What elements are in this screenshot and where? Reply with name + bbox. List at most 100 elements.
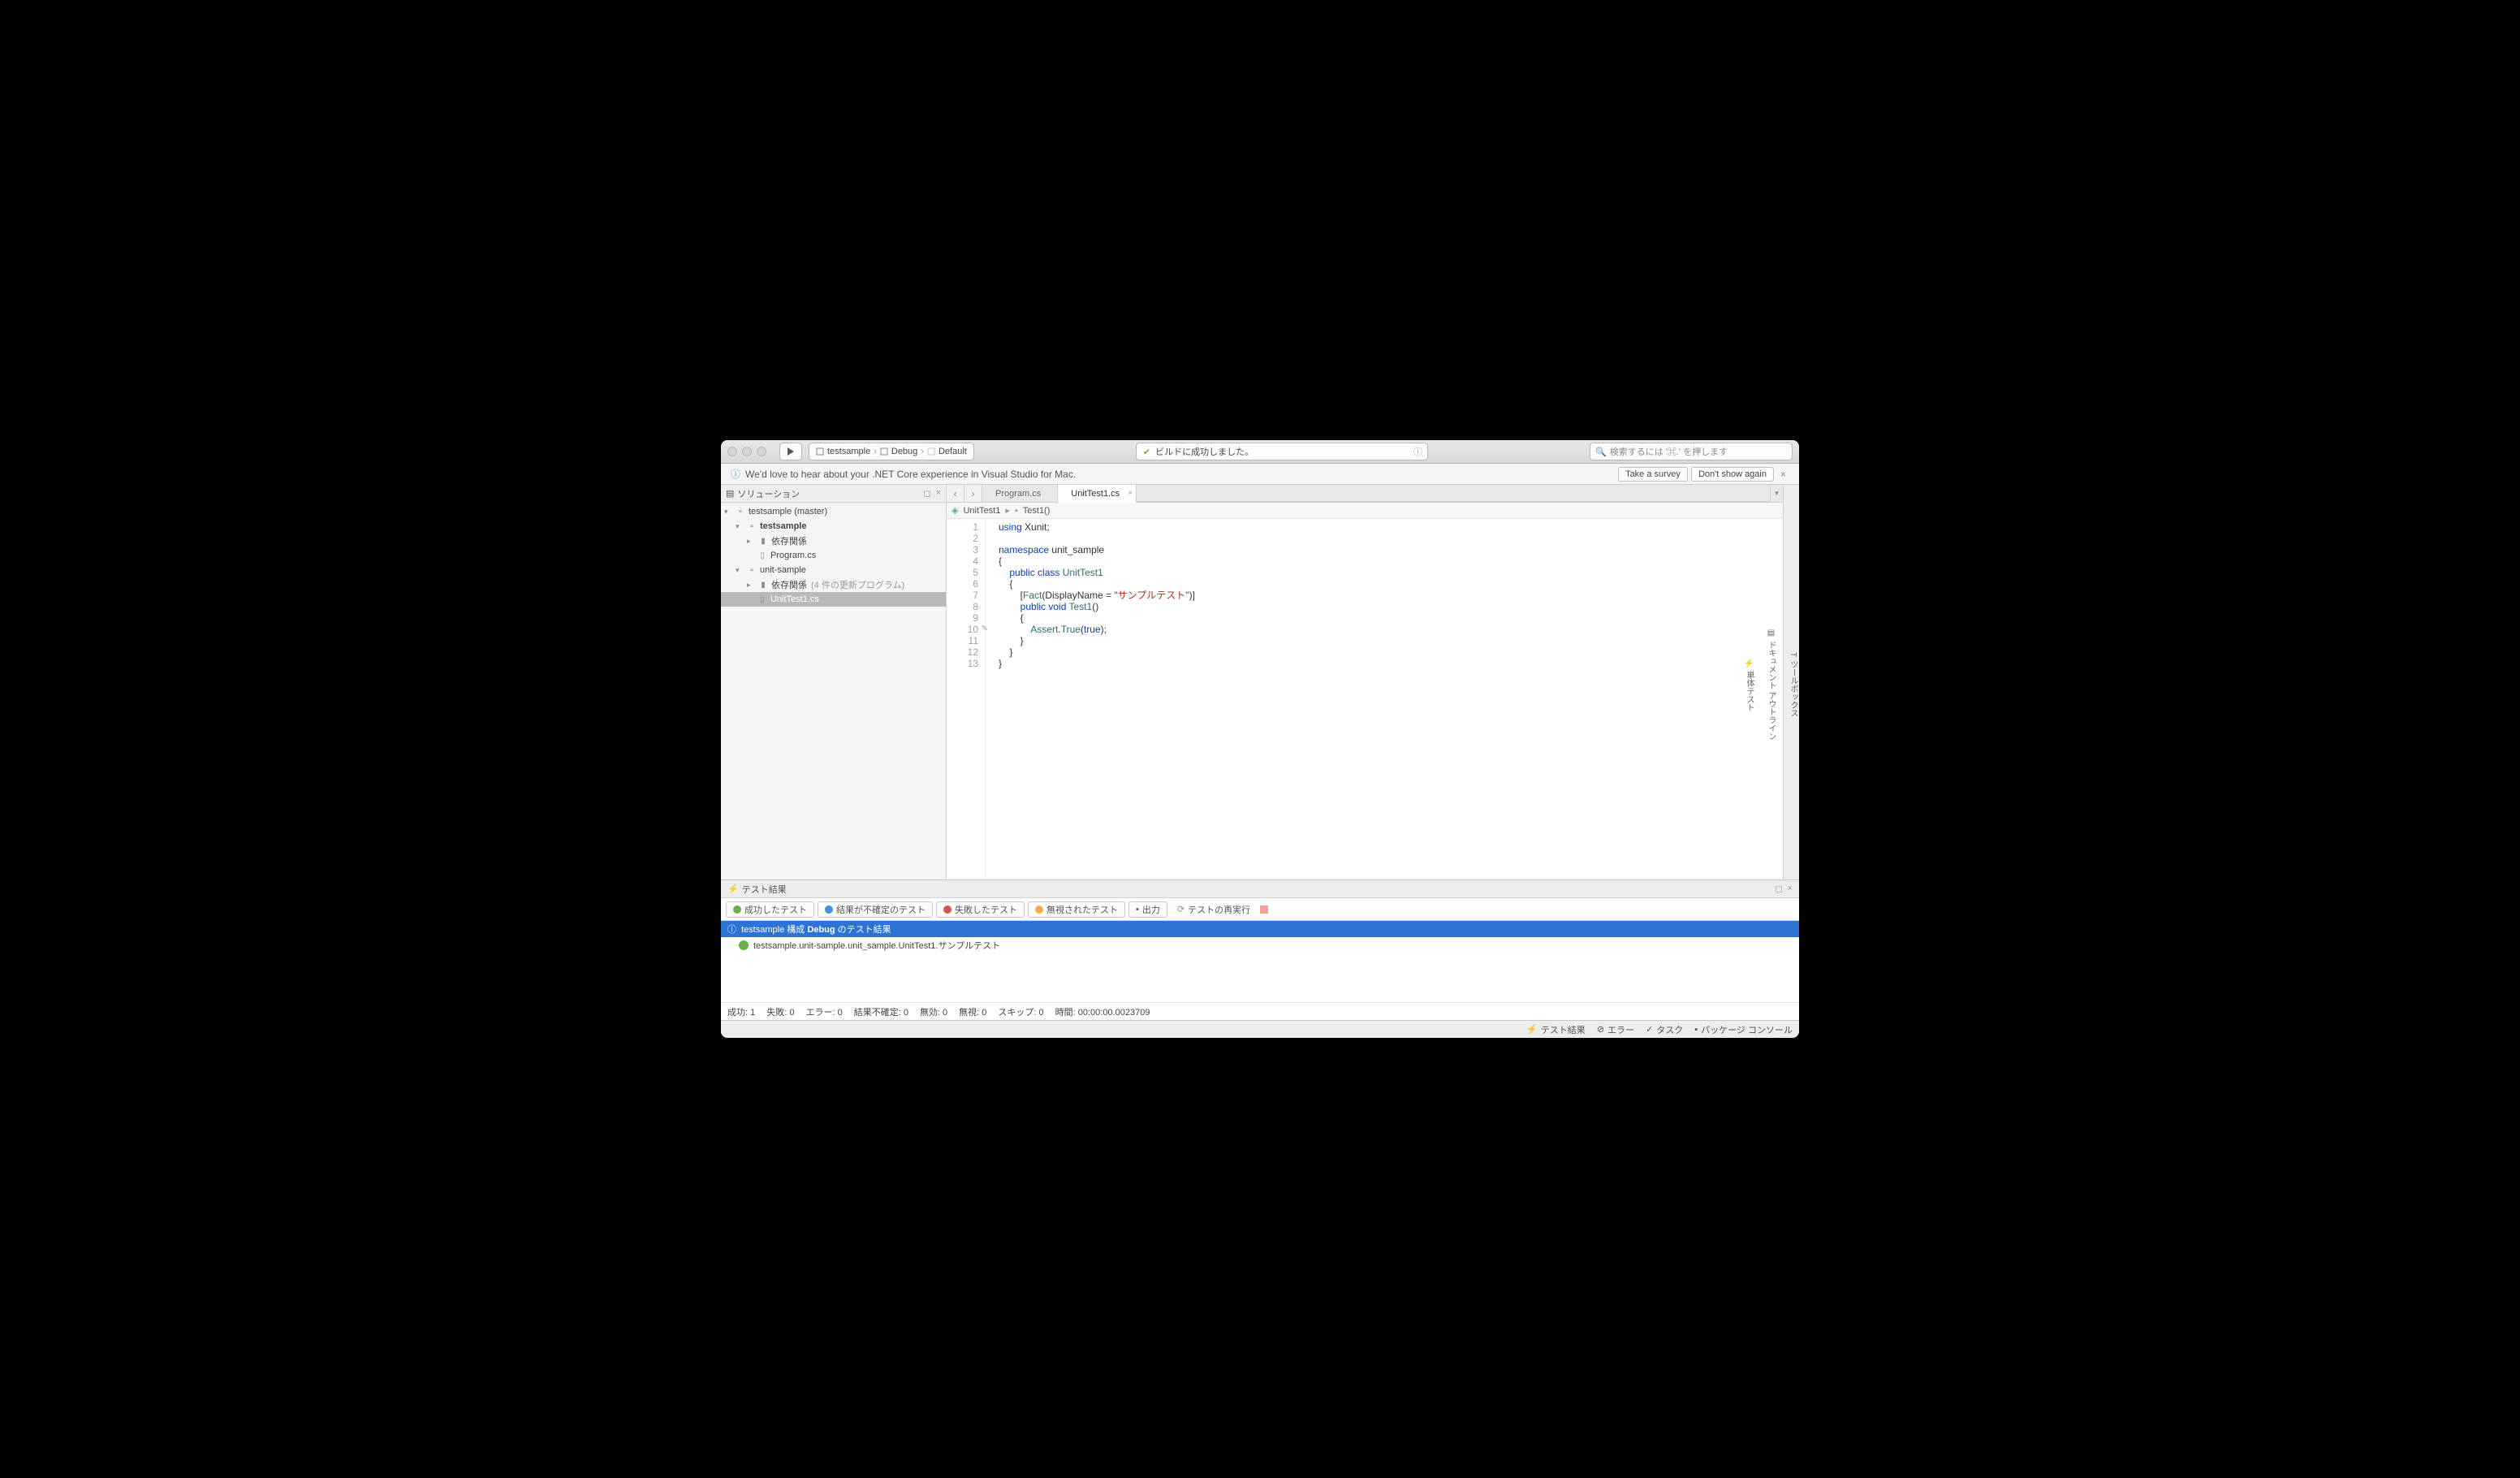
- nav-back-button[interactable]: ‹: [947, 485, 964, 502]
- target-selector[interactable]: testsample › Debug › Default: [809, 443, 974, 460]
- status-tasks-button[interactable]: ✓タスク: [1646, 1023, 1683, 1036]
- stop-tests-button[interactable]: [1260, 905, 1268, 914]
- editor-tabbar: ‹ › Program.cs UnitTest1.cs × ▾: [947, 485, 1783, 503]
- info-icon[interactable]: ⓘ: [1413, 445, 1422, 458]
- output-button[interactable]: ▪出力: [1128, 901, 1167, 918]
- close-panel-icon[interactable]: ×: [1788, 884, 1793, 894]
- chevron-right-icon: ›: [874, 447, 877, 456]
- summary-invalid: 無効: 0: [920, 1005, 947, 1018]
- search-placeholder: 検索するには '⌘.' を押します: [1610, 445, 1728, 458]
- tree-label: unit-sample: [760, 565, 806, 575]
- search-icon: 🔍: [1595, 447, 1607, 457]
- tab-label: Program.cs: [995, 489, 1041, 499]
- bolt-icon: ⚡: [727, 884, 739, 894]
- line-gutter: 1 2 3 4 5 6 7 8 9 10 11 12 13: [947, 519, 986, 879]
- toolbox-tab[interactable]: Tツールボックス: [1787, 649, 1799, 720]
- line-number: 7: [947, 590, 978, 601]
- failed-dot-icon: [943, 905, 951, 914]
- take-survey-button[interactable]: Take a survey: [1618, 467, 1688, 482]
- main-area: ▤ ソリューション ◻ × ▾ ▫ testsample (master) ▾ …: [721, 485, 1799, 879]
- solution-icon: ▤: [726, 488, 734, 499]
- minimize-window-icon[interactable]: [742, 447, 752, 456]
- code-editor[interactable]: 1 2 3 4 5 6 7 8 9 10 11 12 13 using Xuni…: [947, 519, 1783, 879]
- tree-label: 依存関係: [771, 534, 807, 547]
- line-number: 8: [947, 601, 978, 612]
- close-banner-icon[interactable]: ×: [1777, 469, 1789, 480]
- ignored-dot-icon: [1035, 905, 1043, 914]
- disclosure-icon[interactable]: ▸: [747, 537, 755, 546]
- filter-success-button[interactable]: 成功したテスト: [726, 901, 814, 918]
- summary-error: エラー: 0: [805, 1005, 842, 1018]
- tree-label: testsample: [760, 521, 806, 531]
- target-icon: [927, 447, 935, 456]
- filter-failed-button[interactable]: 失敗したテスト: [936, 901, 1025, 918]
- tab-unittest1[interactable]: UnitTest1.cs ×: [1058, 485, 1137, 503]
- status-errors-button[interactable]: ⊘エラー: [1597, 1023, 1634, 1036]
- code-content[interactable]: using Xunit; namespace unit_sample{ publ…: [986, 519, 1195, 879]
- tree-dependencies[interactable]: ▸ ▮ 依存関係: [721, 534, 946, 548]
- run-button[interactable]: [779, 443, 802, 460]
- disclosure-icon[interactable]: ▾: [736, 522, 744, 531]
- breadcrumb-bar[interactable]: ◈ UnitTest1 ▸ ▪ Test1(): [947, 503, 1783, 519]
- editor-area: ‹ › Program.cs UnitTest1.cs × ▾ ◈ UnitTe…: [947, 485, 1783, 879]
- dock-icon[interactable]: ◻: [923, 488, 930, 499]
- tree-file-program[interactable]: ▯ Program.cs: [721, 548, 946, 563]
- test-results-list[interactable]: ⓘ testsample 構成 Debug のテスト結果 testsample.…: [721, 921, 1799, 1002]
- play-icon: [787, 447, 795, 456]
- filter-ignored-button[interactable]: 無視されたテスト: [1028, 901, 1125, 918]
- tree-label: UnitTest1.cs: [770, 594, 819, 604]
- tab-program[interactable]: Program.cs: [982, 485, 1058, 502]
- tree-project-testsample[interactable]: ▾ ▫ testsample: [721, 519, 946, 534]
- tree-solution-root[interactable]: ▾ ▫ testsample (master): [721, 504, 946, 519]
- breadcrumb-class: UnitTest1: [963, 506, 1000, 516]
- status-bar: ✔ ビルドに成功しました。 ⓘ: [1136, 443, 1428, 460]
- line-number: 11: [947, 635, 978, 646]
- toolbar: testsample › Debug › Default ✔ ビルドに成功しまし…: [721, 440, 1799, 464]
- chevron-right-icon: ›: [921, 447, 924, 456]
- status-package-console-button[interactable]: ▪パッケージ コンソール: [1694, 1023, 1793, 1036]
- tree-dependencies[interactable]: ▸ ▮ 依存関係 (4 件の更新プログラム): [721, 577, 946, 592]
- window-controls: [727, 447, 766, 456]
- filter-inconclusive-button[interactable]: 結果が不確定のテスト: [818, 901, 933, 918]
- zoom-window-icon[interactable]: [757, 447, 766, 456]
- config-name: Debug: [891, 447, 917, 456]
- summary-success: 成功: 1: [727, 1005, 755, 1018]
- doc-outline-tab[interactable]: ▤ドキュメント アウトライン: [1765, 625, 1777, 744]
- tab-overflow-button[interactable]: ▾: [1770, 485, 1783, 502]
- nav-forward-button[interactable]: ›: [964, 485, 982, 502]
- disclosure-icon[interactable]: ▾: [724, 508, 732, 516]
- line-number: 1: [947, 521, 978, 533]
- stop-icon: [1260, 905, 1268, 914]
- line-number: 6: [947, 578, 978, 590]
- tree-file-unittest1[interactable]: ▯ UnitTest1.cs: [721, 592, 946, 607]
- search-input[interactable]: 🔍 検索するには '⌘.' を押します: [1590, 443, 1793, 460]
- tree-project-unit-sample[interactable]: ▾ ▫ unit-sample: [721, 563, 946, 577]
- success-dot-icon: [739, 940, 749, 950]
- test-results-summary-row[interactable]: ⓘ testsample 構成 Debug のテスト結果: [721, 921, 1799, 937]
- disclosure-icon[interactable]: ▸: [747, 581, 755, 590]
- test-result-row[interactable]: testsample.unit-sample.unit_sample.UnitT…: [721, 937, 1799, 953]
- bottom-status-bar: ⚡テスト結果 ⊘エラー ✓タスク ▪パッケージ コンソール: [721, 1020, 1799, 1038]
- line-number: 3: [947, 544, 978, 555]
- ide-window: testsample › Debug › Default ✔ ビルドに成功しまし…: [721, 440, 1799, 1038]
- success-check-icon: ✔: [1143, 447, 1150, 457]
- tab-label: UnitTest1.cs: [1071, 489, 1120, 499]
- line-number: 9: [947, 612, 978, 624]
- solution-panel-title: ソリューション: [737, 487, 800, 500]
- solution-icon: ▫: [735, 507, 746, 516]
- close-tab-icon[interactable]: ×: [1128, 489, 1133, 498]
- disclosure-icon[interactable]: ▾: [736, 566, 744, 575]
- status-tests-button[interactable]: ⚡テスト結果: [1526, 1023, 1586, 1036]
- error-icon: ⊘: [1597, 1024, 1604, 1035]
- summary-fail: 失敗: 0: [766, 1005, 794, 1018]
- csharp-file-icon: ▯: [757, 594, 768, 604]
- info-banner: ⓘ We'd love to hear about your .NET Core…: [721, 464, 1799, 485]
- close-panel-icon[interactable]: ×: [936, 488, 941, 499]
- dock-icon[interactable]: ◻: [1775, 884, 1782, 894]
- unit-test-tab[interactable]: ⚡単体テスト: [1743, 655, 1755, 715]
- dont-show-again-button[interactable]: Don't show again: [1691, 467, 1774, 482]
- solution-tree[interactable]: ▾ ▫ testsample (master) ▾ ▫ testsample ▸…: [721, 503, 946, 879]
- project-icon: [816, 447, 824, 456]
- rerun-tests-button[interactable]: ⟳ テストの再実行: [1177, 903, 1250, 916]
- close-window-icon[interactable]: [727, 447, 737, 456]
